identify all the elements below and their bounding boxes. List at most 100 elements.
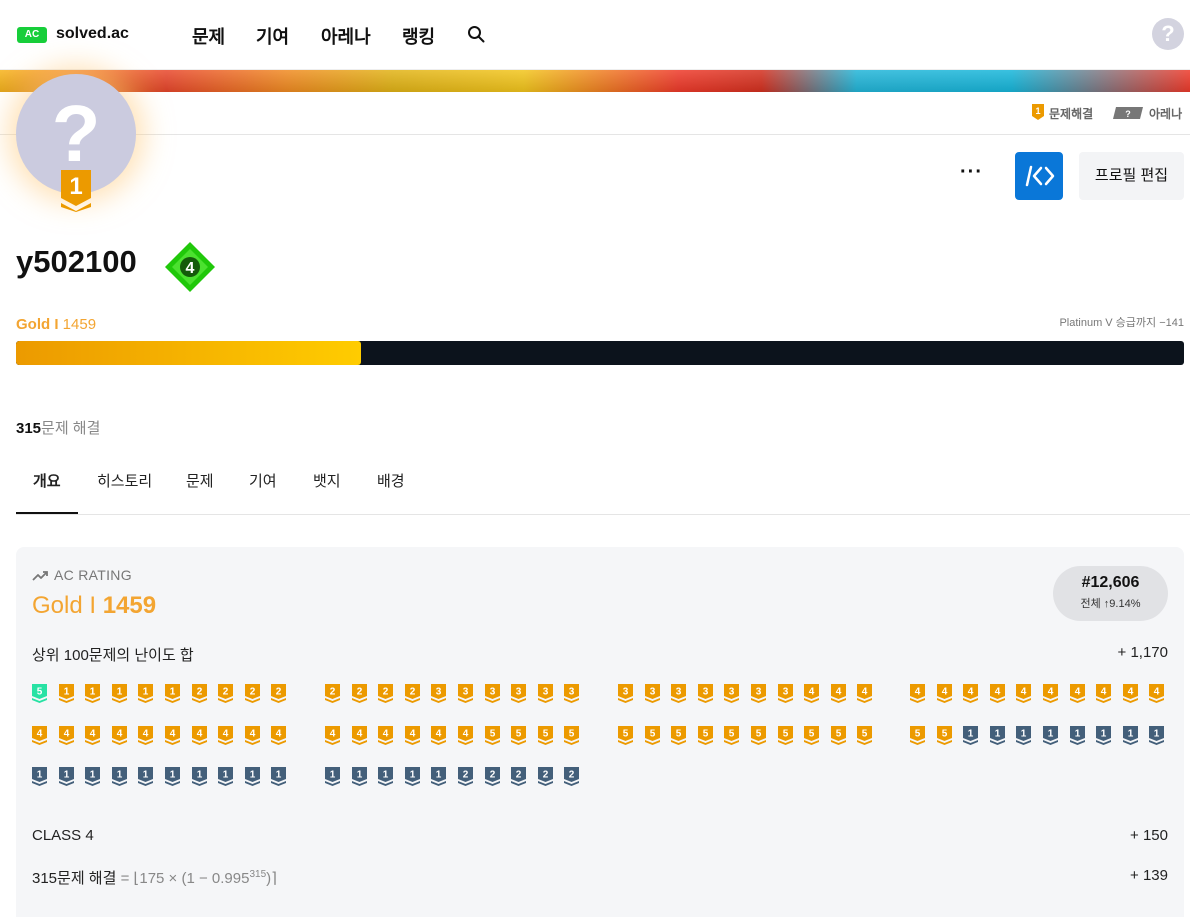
problem-tier-icon[interactable]: 4 (857, 684, 873, 703)
problem-tier-icon[interactable]: 4 (404, 726, 420, 745)
more-options-button[interactable]: ··· (960, 161, 983, 184)
problem-tier-icon[interactable]: 5 (804, 726, 820, 745)
problem-tier-icon[interactable]: 4 (431, 726, 447, 745)
problem-tier-icon[interactable]: 5 (751, 726, 766, 745)
tab-history[interactable]: 히스토리 (80, 460, 169, 514)
problem-tier-icon[interactable]: 4 (989, 684, 1005, 703)
problem-tier-icon[interactable]: 1 (165, 684, 180, 703)
tab-overview[interactable]: 개요 (16, 460, 78, 514)
problem-tier-icon[interactable]: 3 (564, 684, 580, 703)
problem-tier-icon[interactable]: 1 (1122, 726, 1138, 745)
problem-tier-icon[interactable]: 4 (1043, 684, 1058, 703)
problem-tier-icon[interactable]: 1 (32, 767, 47, 786)
problem-tier-icon[interactable]: 4 (85, 726, 101, 745)
problem-tier-icon[interactable]: 1 (244, 767, 260, 786)
problem-tier-icon[interactable]: 1 (431, 767, 447, 786)
tab-problems[interactable]: 문제 (169, 460, 231, 514)
problem-tier-icon[interactable]: 3 (724, 684, 740, 703)
problem-tier-icon[interactable]: 4 (1016, 684, 1032, 703)
problem-tier-icon[interactable]: 4 (910, 684, 925, 703)
problem-tier-icon[interactable]: 4 (58, 726, 74, 745)
problem-tier-icon[interactable]: 1 (1149, 726, 1165, 745)
nav-problems[interactable]: 문제 (192, 23, 225, 49)
problem-tier-icon[interactable]: 5 (644, 726, 660, 745)
problem-tier-icon[interactable]: 3 (511, 684, 527, 703)
problem-tier-icon[interactable]: 4 (1122, 684, 1138, 703)
problem-tier-icon[interactable]: 4 (458, 726, 473, 745)
problem-tier-icon[interactable]: 4 (244, 726, 260, 745)
tab-contribute[interactable]: 기여 (232, 460, 294, 514)
problem-tier-icon[interactable]: 4 (804, 684, 820, 703)
problem-tier-icon[interactable]: 5 (830, 726, 846, 745)
problem-tier-icon[interactable]: 4 (963, 684, 979, 703)
problem-tier-icon[interactable]: 5 (32, 684, 47, 703)
problem-tier-icon[interactable]: 2 (564, 767, 580, 786)
edit-profile-button[interactable]: 프로필 편집 (1079, 152, 1184, 200)
brand-name[interactable]: solved.ac (56, 25, 129, 43)
problem-tier-icon[interactable]: 1 (85, 684, 101, 703)
problem-tier-icon[interactable]: 1 (138, 767, 154, 786)
problem-tier-icon[interactable]: 3 (644, 684, 660, 703)
problem-tier-icon[interactable]: 2 (511, 767, 527, 786)
problem-tier-icon[interactable]: 1 (989, 726, 1005, 745)
problem-tier-icon[interactable]: 1 (138, 684, 154, 703)
problem-tier-icon[interactable]: 1 (1016, 726, 1032, 745)
problem-tier-icon[interactable]: 1 (1096, 726, 1112, 745)
problem-tier-icon[interactable]: 1 (111, 684, 127, 703)
problem-tier-icon[interactable]: 2 (191, 684, 207, 703)
problem-tier-icon[interactable]: 3 (697, 684, 713, 703)
problem-tier-icon[interactable]: 3 (618, 684, 633, 703)
problem-tier-icon[interactable]: 5 (618, 726, 633, 745)
problem-tier-icon[interactable]: 1 (1043, 726, 1058, 745)
nav-arena[interactable]: 아레나 (321, 23, 371, 49)
problem-tier-icon[interactable]: 1 (963, 726, 979, 745)
problem-tier-icon[interactable]: 5 (484, 726, 500, 745)
user-avatar-icon[interactable]: ? (1152, 18, 1184, 50)
problem-tier-icon[interactable]: 5 (537, 726, 553, 745)
problem-tier-icon[interactable]: 4 (165, 726, 180, 745)
problem-tier-icon[interactable]: 2 (458, 767, 473, 786)
nav-contribute[interactable]: 기여 (256, 23, 289, 49)
problem-tier-icon[interactable]: 2 (325, 684, 340, 703)
problem-tier-icon[interactable]: 1 (271, 767, 287, 786)
problem-tier-icon[interactable]: 2 (351, 684, 367, 703)
problem-tier-icon[interactable]: 2 (537, 767, 553, 786)
brand-logo[interactable]: AC (17, 27, 47, 43)
rank-pill[interactable]: #12,606 전체 ↑9.14% (1053, 566, 1168, 621)
problem-tier-icon[interactable]: 1 (165, 767, 180, 786)
problem-tier-icon[interactable]: 3 (484, 684, 500, 703)
problem-tier-icon[interactable]: 5 (857, 726, 873, 745)
problem-tier-icon[interactable]: 5 (910, 726, 925, 745)
problem-tier-icon[interactable]: 2 (404, 684, 420, 703)
problem-tier-icon[interactable]: 2 (378, 684, 394, 703)
problem-tier-icon[interactable]: 1 (191, 767, 207, 786)
tab-badges[interactable]: 뱃지 (296, 460, 358, 514)
problem-tier-icon[interactable]: 4 (325, 726, 340, 745)
problem-tier-icon[interactable]: 3 (458, 684, 473, 703)
search-icon[interactable] (467, 25, 485, 43)
problem-tier-icon[interactable]: 3 (751, 684, 766, 703)
problem-tier-icon[interactable]: 5 (671, 726, 687, 745)
problem-tier-icon[interactable]: 3 (671, 684, 687, 703)
problem-tier-icon[interactable]: 4 (936, 684, 952, 703)
problem-tier-icon[interactable]: 4 (111, 726, 127, 745)
nav-ranking[interactable]: 랭킹 (402, 23, 435, 49)
problem-tier-icon[interactable]: 4 (1149, 684, 1165, 703)
problem-tier-icon[interactable]: 2 (484, 767, 500, 786)
problem-tier-icon[interactable]: 5 (936, 726, 952, 745)
tab-backgrounds[interactable]: 배경 (360, 460, 422, 514)
problem-tier-icon[interactable]: 1 (85, 767, 101, 786)
problem-tier-icon[interactable]: 3 (431, 684, 447, 703)
problem-tier-icon[interactable]: 4 (830, 684, 846, 703)
problem-tier-icon[interactable]: 5 (777, 726, 793, 745)
problem-tier-icon[interactable]: 1 (325, 767, 340, 786)
problem-tier-icon[interactable]: 4 (1096, 684, 1112, 703)
problem-tier-icon[interactable]: 2 (271, 684, 287, 703)
problem-tier-icon[interactable]: 5 (511, 726, 527, 745)
problem-tier-icon[interactable]: 5 (697, 726, 713, 745)
problem-tier-icon[interactable]: 3 (537, 684, 553, 703)
problem-tier-icon[interactable]: 1 (218, 767, 234, 786)
problem-tier-icon[interactable]: 3 (777, 684, 793, 703)
problem-tier-icon[interactable]: 4 (218, 726, 234, 745)
code-profile-button[interactable] (1015, 152, 1063, 200)
